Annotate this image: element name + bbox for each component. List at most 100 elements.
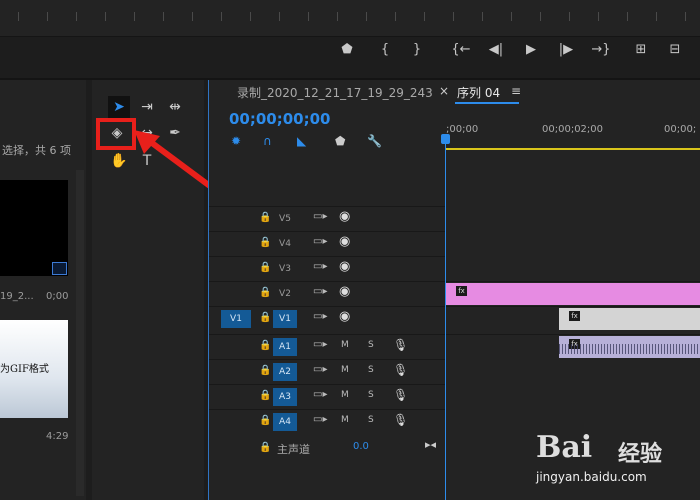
mark-in-icon[interactable]: { (374, 42, 396, 57)
track-header-a3[interactable]: 🔒 A3 ▭▸ M S 🎙 (209, 384, 446, 409)
mute-button[interactable]: M (341, 390, 349, 400)
track-header-a4[interactable]: 🔒 A4 ▭▸ M S 🎙 (209, 409, 446, 434)
track-name[interactable]: A2 (273, 363, 297, 381)
track-header-v3[interactable]: 🔒 V3 ▭▸ ◉ (209, 256, 446, 281)
video-clip-v1[interactable]: fx (559, 308, 700, 330)
sync-lock-icon[interactable]: ▭▸ (313, 389, 327, 400)
playhead-handle[interactable] (441, 134, 450, 144)
solo-button[interactable]: S (368, 415, 374, 425)
eye-icon[interactable]: ◉ (339, 309, 350, 324)
solo-button[interactable]: S (368, 390, 374, 400)
ruler-label: 00;00; (664, 124, 697, 135)
ruler-tick (627, 12, 628, 21)
go-to-in-icon[interactable]: {← (450, 42, 472, 57)
lock-icon[interactable]: 🔒 (259, 340, 271, 351)
track-header-a1[interactable]: 🔒 A1 ▭▸ M S 🎙 (209, 334, 446, 359)
sync-lock-icon[interactable]: ▭▸ (313, 286, 327, 297)
step-forward-icon[interactable]: |▶ (555, 42, 577, 57)
selection-count: 选择，共 6 项 (2, 144, 71, 157)
track-header-v4[interactable]: 🔒 V4 ▭▸ ◉ (209, 231, 446, 256)
lock-icon[interactable]: 🔒 (259, 287, 271, 298)
track-name[interactable]: A3 (273, 388, 297, 406)
lock-icon[interactable]: 🔒 (259, 442, 271, 453)
track-name[interactable]: V2 (273, 285, 297, 303)
mic-icon[interactable]: 🎙 (393, 338, 408, 352)
marker-icon[interactable]: ⬟ (336, 42, 358, 57)
master-track-label: 主声道 (277, 443, 310, 456)
selection-tool-icon[interactable]: ➤ (108, 96, 130, 118)
playhead-line[interactable] (445, 136, 446, 500)
solo-button[interactable]: S (368, 365, 374, 375)
track-name[interactable]: V1 (273, 310, 297, 328)
track-header-v2[interactable]: 🔒 V2 ▭▸ ◉ (209, 281, 446, 306)
tab-sequence[interactable]: 序列 04 (457, 84, 500, 101)
track-name[interactable]: A1 (273, 338, 297, 356)
wrench-icon[interactable]: 🔧 (367, 134, 382, 148)
go-to-out-icon[interactable]: →} (590, 42, 612, 57)
work-area-bar[interactable] (446, 148, 700, 150)
track-name[interactable]: V5 (273, 210, 297, 228)
add-marker-icon[interactable]: ◣ (297, 134, 306, 148)
project-scrollbar[interactable] (76, 170, 84, 496)
sync-lock-icon[interactable]: ▭▸ (313, 236, 327, 247)
mark-out-icon[interactable]: } (406, 42, 428, 57)
snap-icon[interactable]: ✹ (231, 134, 241, 148)
sync-lock-icon[interactable]: ▭▸ (313, 311, 327, 322)
step-back-icon[interactable]: ◀| (485, 42, 507, 57)
master-volume-value[interactable]: 0.0 (353, 441, 369, 452)
lock-icon[interactable]: 🔒 (259, 237, 271, 248)
tab-close-icon[interactable]: × (439, 84, 449, 98)
track-name[interactable]: V4 (273, 235, 297, 253)
eye-icon[interactable]: ◉ (339, 234, 350, 249)
lock-icon[interactable]: 🔒 (259, 415, 271, 426)
mic-icon[interactable]: 🎙 (393, 413, 408, 427)
source-patch-v1[interactable]: V1 (221, 310, 251, 328)
mute-button[interactable]: M (341, 365, 349, 375)
ruler-tick (395, 12, 396, 21)
mic-icon[interactable]: 🎙 (393, 363, 408, 377)
fx-badge-icon: fx (456, 286, 467, 296)
hand-tool-icon[interactable]: ✋ (108, 150, 130, 172)
track-select-tool-icon[interactable]: ⇥ (136, 96, 158, 118)
ruler-tick (656, 12, 657, 21)
go-to-end-icon[interactable]: ▸◂ (425, 438, 436, 451)
lock-icon[interactable]: 🔒 (259, 390, 271, 401)
lock-icon[interactable]: 🔒 (259, 262, 271, 273)
tab-menu-icon[interactable]: ≡ (511, 84, 521, 98)
eye-icon[interactable]: ◉ (339, 209, 350, 224)
ruler-tick (308, 12, 309, 21)
sync-lock-icon[interactable]: ▭▸ (313, 211, 327, 222)
eye-icon[interactable]: ◉ (339, 284, 350, 299)
baidu-watermark: Bai 经验 jingyan.baidu.com (536, 418, 686, 498)
ruler-tick (453, 12, 454, 21)
marker-icon[interactable]: ⬟ (335, 134, 345, 148)
lift-icon[interactable]: ⊞ (630, 42, 652, 57)
tab-recording[interactable]: 录制_2020_12_21_17_19_29_243 (237, 84, 433, 101)
lock-icon[interactable]: 🔒 (259, 312, 271, 323)
mute-button[interactable]: M (341, 340, 349, 350)
audio-clip-a1[interactable]: fx (559, 336, 700, 358)
mute-button[interactable]: M (341, 415, 349, 425)
eye-icon[interactable]: ◉ (339, 259, 350, 274)
lock-icon[interactable]: 🔒 (259, 212, 271, 223)
track-name[interactable]: V3 (273, 260, 297, 278)
video-clip-v2[interactable]: fx (446, 283, 700, 305)
sync-lock-icon[interactable]: ▭▸ (313, 364, 327, 375)
track-header-a2[interactable]: 🔒 A2 ▭▸ M S 🎙 (209, 359, 446, 384)
linked-selection-icon[interactable]: ∩ (263, 134, 272, 148)
mic-icon[interactable]: 🎙 (393, 388, 408, 402)
timecode-display[interactable]: 00;00;00;00 (229, 110, 331, 128)
sync-lock-icon[interactable]: ▭▸ (313, 261, 327, 272)
play-icon[interactable]: ▶ (520, 42, 542, 57)
ripple-edit-tool-icon[interactable]: ⇹ (164, 96, 186, 118)
ruler-label: 00;00;02;00 (542, 124, 604, 135)
sync-lock-icon[interactable]: ▭▸ (313, 339, 327, 350)
track-header-v5[interactable]: 🔒 V5 ▭▸ ◉ (209, 206, 446, 231)
extract-icon[interactable]: ⊟ (664, 42, 686, 57)
track-header-v1[interactable]: V1 🔒 V1 ▭▸ ◉ (209, 306, 446, 331)
sync-lock-icon[interactable]: ▭▸ (313, 414, 327, 425)
track-name[interactable]: A4 (273, 413, 297, 431)
clip-thumbnail[interactable]: 为GIF格式 (0, 320, 68, 418)
lock-icon[interactable]: 🔒 (259, 365, 271, 376)
solo-button[interactable]: S (368, 340, 374, 350)
